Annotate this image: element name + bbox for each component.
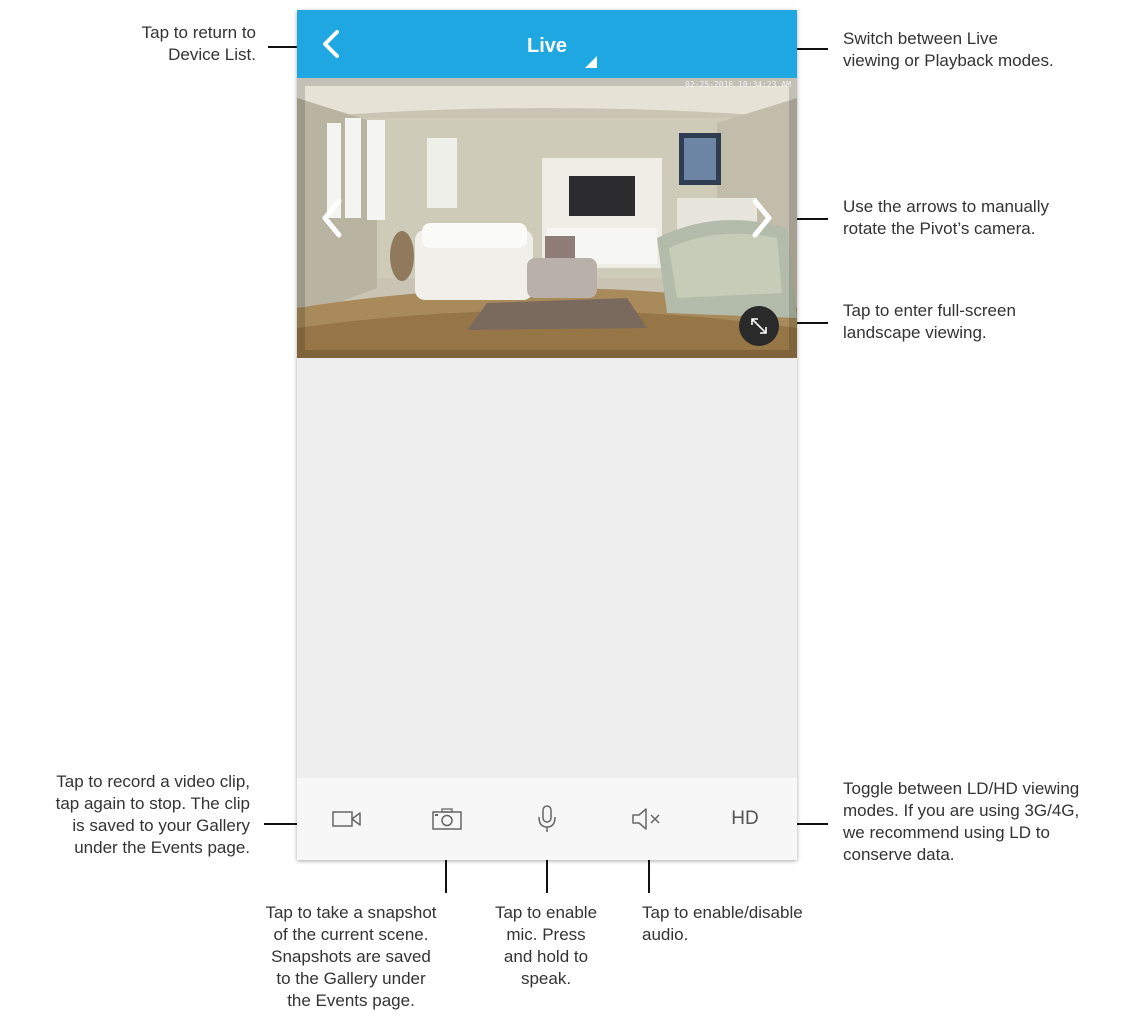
hd-toggle-button[interactable]: HD [715, 778, 775, 860]
chevron-right-icon [752, 198, 772, 238]
record-button[interactable] [317, 778, 377, 860]
annotation-record: Tap to record a video clip, tap again to… [55, 772, 250, 857]
hd-label: HD [731, 808, 759, 829]
mode-switch-button[interactable] [583, 54, 599, 70]
camera-icon [432, 808, 462, 830]
audio-toggle-button[interactable] [617, 778, 677, 860]
mic-button[interactable] [517, 778, 577, 860]
annotation-arrows: Use the arrows to manually rotate the Pi… [843, 197, 1049, 238]
corner-triangle-icon [585, 56, 597, 68]
annotation-mic: Tap to enable mic. Press and hold to spe… [494, 903, 598, 988]
snapshot-button[interactable] [417, 778, 477, 860]
chevron-left-icon [322, 198, 342, 238]
annotation-snapshot: Tap to take a snapshot of the current sc… [265, 903, 437, 1010]
live-video-feed[interactable]: 02-25-2016 10:34:23 AM [297, 78, 797, 358]
pan-left-button[interactable] [317, 193, 347, 243]
expand-arrows-icon [751, 318, 767, 334]
annotation-audio: Tap to enable/disable audio. [642, 903, 803, 944]
phone-screen: Live 02-25-2016 10:34:23 AM HD [297, 10, 797, 860]
annotation-hd: Toggle between LD/HD viewing modes. If y… [843, 779, 1080, 864]
annotation-fullscreen: Tap to enter full-screen landscape viewi… [843, 301, 1016, 342]
bottom-toolbar: HD [297, 778, 797, 860]
video-camera-icon [332, 811, 361, 827]
annotation-mode: Switch between Live viewing or Playback … [843, 29, 1054, 70]
pan-right-button[interactable] [747, 193, 777, 243]
camera-scene-image [297, 78, 797, 358]
video-timestamp: 02-25-2016 10:34:23 AM [685, 80, 791, 89]
top-bar: Live [297, 10, 797, 78]
content-area [297, 358, 797, 778]
microphone-icon [538, 805, 556, 832]
page-title: Live [526, 35, 568, 57]
speaker-muted-icon [632, 808, 660, 830]
fullscreen-button[interactable] [739, 306, 779, 346]
annotation-back: Tap to return to Device List. [141, 23, 256, 64]
